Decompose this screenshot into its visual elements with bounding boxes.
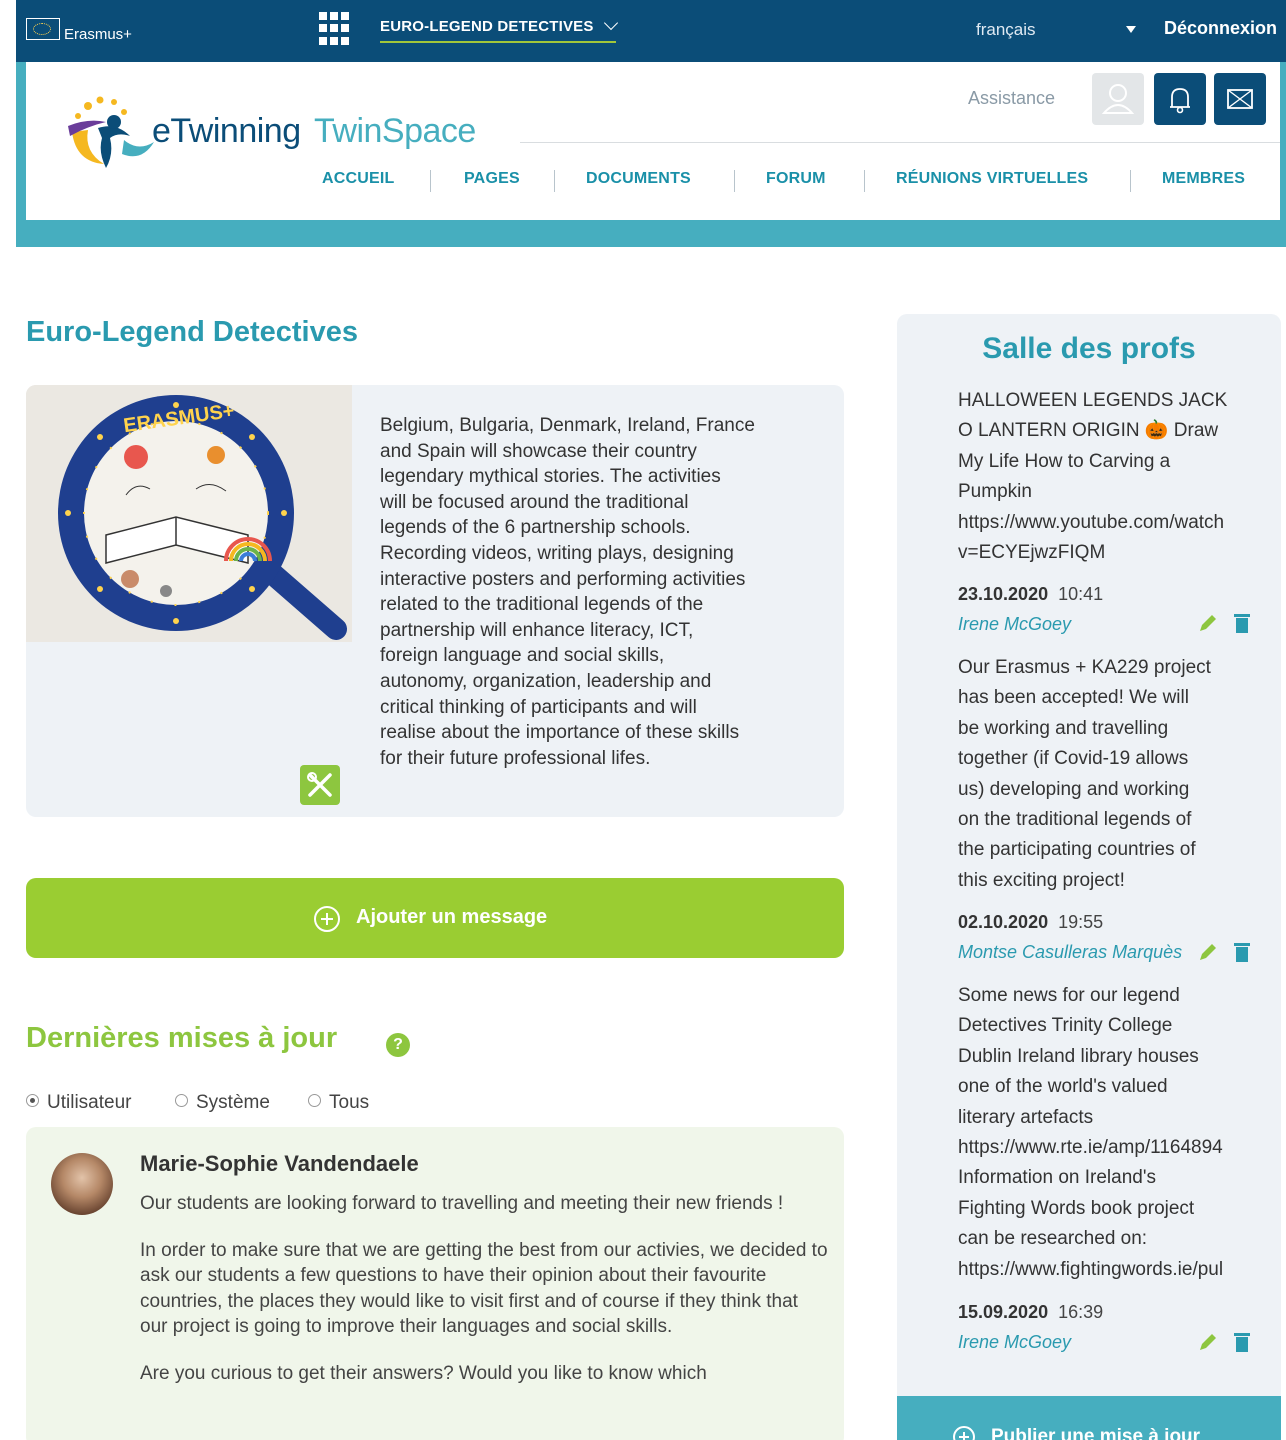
page-title: Euro-Legend Detectives: [26, 316, 358, 348]
site-header: eTwinning TwinSpace Assistance ACCUEIL P…: [26, 62, 1280, 220]
nav-reunions-virtuelles[interactable]: RÉUNIONS VIRTUELLES: [896, 170, 1088, 188]
nav-documents[interactable]: DOCUMENTS: [586, 170, 691, 188]
tools-button[interactable]: [300, 765, 340, 805]
project-description: Belgium, Bulgaria, Denmark, Ireland, Fra…: [380, 415, 755, 769]
post-body: Our students are looking forward to trav…: [140, 1191, 830, 1408]
sidebar-entry-date: 15.09.2020 16:39: [958, 1302, 1104, 1322]
sidebar-entry-text: Our Erasmus + KA229 project has been acc…: [958, 657, 1211, 891]
messages-button[interactable]: [1214, 73, 1266, 125]
header-divider: [520, 142, 1280, 143]
nav-forum[interactable]: FORUM: [766, 170, 826, 188]
teachers-room-panel: Salle des profs HALLOWEEN LEGENDS JACK O…: [897, 314, 1281, 1440]
nav-pages[interactable]: PAGES: [464, 170, 520, 188]
assistance-link[interactable]: Assistance: [968, 88, 1055, 109]
plus-circle-icon: [314, 906, 340, 932]
sidebar-entry-text: Some news for our legend Detectives Trin…: [958, 985, 1224, 1280]
post-paragraph: Are you curious to get their answers? Wo…: [140, 1362, 707, 1384]
trash-icon[interactable]: [1233, 612, 1251, 634]
filter-utilisateur[interactable]: Utilisateur: [26, 1092, 131, 1114]
sidebar-entry-author[interactable]: Irene McGoey: [958, 1332, 1071, 1353]
nav-accueil[interactable]: ACCUEIL: [322, 170, 395, 188]
erasmus-brand[interactable]: Erasmus+: [64, 26, 132, 43]
nav-membres[interactable]: MEMBRES: [1162, 170, 1245, 188]
user-icon: [1101, 84, 1135, 114]
post-paragraph: In order to make sure that we are gettin…: [140, 1239, 828, 1338]
etwinning-logo-icon[interactable]: [58, 92, 158, 172]
sidebar-entry-text: HALLOWEEN LEGENDS JACK O LANTERN ORIGIN …: [958, 390, 1228, 564]
nav-separator: [430, 170, 431, 192]
trash-icon[interactable]: [1233, 941, 1251, 963]
add-message-label: Ajouter un message: [356, 906, 548, 928]
post-paragraph: Our students are looking forward to trav…: [140, 1193, 784, 1214]
add-message-button[interactable]: Ajouter un message: [26, 878, 844, 958]
profile-button[interactable]: [1092, 73, 1144, 125]
project-card: ERASMUS+ Belgium, Bulgaria, Denmark, Ire…: [26, 385, 844, 817]
help-icon[interactable]: ?: [386, 1033, 410, 1057]
pencil-icon[interactable]: [1197, 941, 1219, 963]
filter-systeme[interactable]: Système: [175, 1092, 270, 1114]
logo-twinspace-text[interactable]: TwinSpace: [314, 112, 476, 151]
language-select[interactable]: français: [976, 20, 1036, 40]
trash-icon[interactable]: [1233, 1331, 1251, 1353]
update-post: Marie-Sophie Vandendaele Our students ar…: [26, 1127, 844, 1440]
erasmus-flag-icon: [26, 18, 60, 40]
mail-icon: [1227, 89, 1253, 109]
post-author[interactable]: Marie-Sophie Vandendaele: [140, 1151, 419, 1177]
radio-checked-icon[interactable]: [26, 1094, 39, 1107]
bell-icon: [1170, 88, 1190, 114]
tools-icon: [307, 772, 332, 797]
project-logo-image: ERASMUS+: [26, 385, 352, 642]
nav-separator: [734, 170, 735, 192]
radio-unchecked-icon[interactable]: [175, 1094, 188, 1107]
logout-button[interactable]: Déconnexion: [1164, 18, 1277, 39]
updates-title: Dernières mises à jour: [26, 1022, 338, 1054]
sidebar-entry-author[interactable]: Irene McGoey: [958, 614, 1071, 635]
sidebar-title: Salle des profs: [982, 332, 1196, 365]
caret-down-icon[interactable]: [1126, 26, 1136, 33]
logo-etwinning-text[interactable]: eTwinning: [152, 112, 301, 151]
plus-circle-icon: [953, 1426, 975, 1440]
project-menu-label: EURO-LEGEND DETECTIVES: [380, 18, 594, 35]
nav-separator: [864, 170, 865, 192]
filter-tous[interactable]: Tous: [308, 1092, 369, 1114]
pencil-icon[interactable]: [1197, 612, 1219, 634]
nav-separator: [554, 170, 555, 192]
publish-update-label: Publier une mise à jour: [991, 1426, 1201, 1440]
top-bar: Erasmus+ EURO-LEGEND DETECTIVES français…: [16, 0, 1286, 62]
sidebar-entry-date: 02.10.2020 19:55: [958, 912, 1104, 932]
publish-update-button[interactable]: Publier une mise à jour: [897, 1396, 1281, 1440]
nav-separator: [1130, 170, 1131, 192]
sidebar-entry-author[interactable]: Montse Casulleras Marquès: [958, 942, 1182, 963]
chevron-down-icon: [603, 15, 618, 31]
pencil-icon[interactable]: [1197, 1331, 1219, 1353]
radio-unchecked-icon[interactable]: [308, 1094, 321, 1107]
avatar[interactable]: [51, 1153, 113, 1215]
apps-grid-icon[interactable]: [319, 12, 353, 46]
notifications-button[interactable]: [1154, 73, 1206, 125]
project-menu[interactable]: EURO-LEGEND DETECTIVES: [380, 15, 618, 43]
sidebar-entry-date: 23.10.2020 10:41: [958, 584, 1104, 604]
